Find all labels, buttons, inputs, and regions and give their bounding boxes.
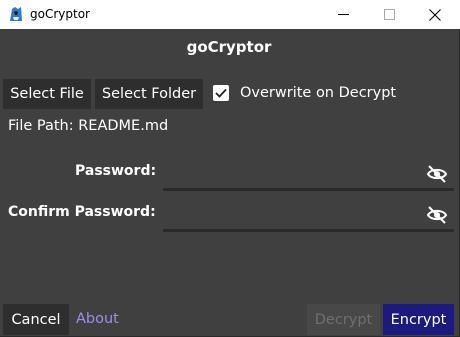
overwrite-checkbox[interactable] (213, 85, 229, 101)
maximize-icon (383, 9, 395, 20)
about-link[interactable]: About (76, 311, 119, 327)
overwrite-checkbox-label[interactable]: Overwrite on Decrypt (240, 85, 396, 101)
confirm-password-input[interactable] (163, 201, 421, 228)
select-file-button[interactable]: Select File (3, 79, 91, 109)
close-icon (429, 8, 441, 21)
minimize-button[interactable] (320, 0, 366, 29)
app-window: goCryptor goCryptor Select File Select F… (0, 0, 460, 337)
confirm-password-label: Confirm Password: (8, 204, 156, 220)
password-input[interactable] (163, 160, 421, 187)
window-title: goCryptor (30, 7, 90, 21)
file-path-text: File Path: README.md (8, 118, 169, 134)
page-title: goCryptor (186, 38, 272, 56)
decrypt-button[interactable]: Decrypt (307, 304, 380, 335)
eye-slash-icon[interactable] (426, 205, 448, 225)
app-logo-icon (10, 7, 22, 21)
maximize-button[interactable] (366, 0, 412, 29)
confirm-password-field-container (163, 201, 454, 232)
checkmark-icon (215, 88, 227, 98)
password-label: Password: (75, 163, 157, 179)
cancel-button[interactable]: Cancel (3, 304, 69, 335)
eye-slash-icon[interactable] (426, 164, 448, 184)
close-button[interactable] (412, 0, 458, 29)
title-bar: goCryptor (0, 0, 460, 29)
minimize-icon (337, 13, 349, 15)
select-folder-button[interactable]: Select Folder (95, 79, 203, 109)
password-field-container (163, 160, 454, 191)
encrypt-button[interactable]: Encrypt (383, 304, 454, 335)
